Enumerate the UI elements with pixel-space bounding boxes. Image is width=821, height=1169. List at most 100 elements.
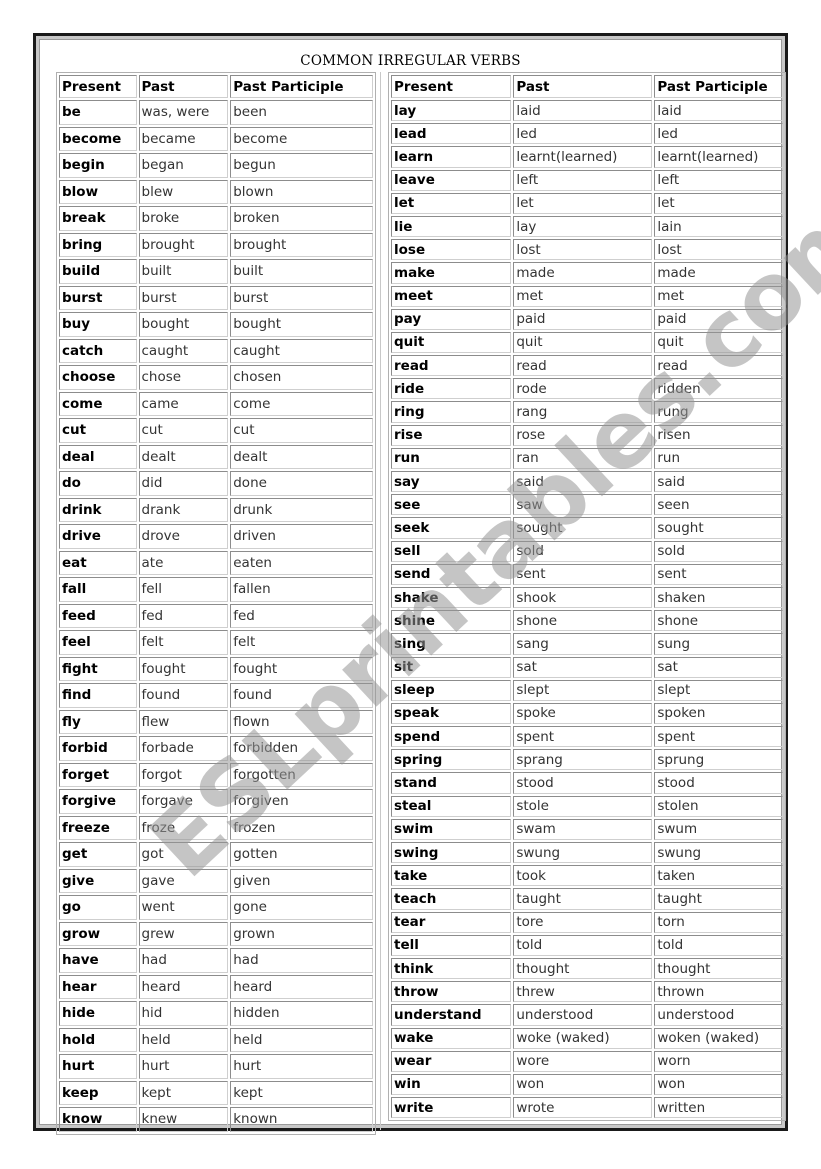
past-form: flew (138, 709, 229, 734)
present-form: blow (59, 179, 137, 204)
past-form: brought (138, 232, 229, 257)
past-participle-form: found (230, 683, 373, 708)
past-form: rang (513, 401, 653, 423)
verb-row: see saw seen (391, 494, 783, 516)
past-participle-form: felt (230, 630, 373, 655)
present-form: lose (391, 239, 512, 261)
column-divider (380, 72, 381, 1130)
past-form: made (513, 262, 653, 284)
past-form: hurt (138, 1054, 229, 1079)
past-participle-form: done (230, 471, 373, 496)
present-form: speak (391, 702, 512, 725)
present-form: ring (391, 401, 512, 423)
past-participle-form: seen (654, 494, 783, 516)
past-participle-form: drunk (230, 497, 373, 522)
present-form: go (59, 895, 137, 920)
present-form: shake (391, 586, 512, 609)
present-form: do (59, 471, 137, 496)
present-form: leave (391, 169, 512, 191)
past-participle-form: hurt (230, 1054, 373, 1079)
past-participle-form: paid (654, 308, 783, 330)
present-form: keep (59, 1080, 137, 1105)
present-form: say (391, 471, 512, 493)
verb-row: get got gotten (59, 842, 373, 867)
past-participle-form: understood (654, 1004, 783, 1026)
past-form: was, were (138, 100, 229, 125)
verb-row: read read read (391, 355, 783, 377)
verb-row: feel felt felt (59, 630, 373, 655)
verb-row: forget forgot forgotten (59, 762, 373, 787)
past-form: found (138, 683, 229, 708)
verb-row: swim swam swum (391, 818, 783, 840)
present-form: lay (391, 100, 512, 122)
past-participle-form: bought (230, 312, 373, 337)
verb-row: grow grew grown (59, 921, 373, 946)
past-form: laid (513, 100, 653, 122)
present-form: swim (391, 818, 512, 840)
present-form: buy (59, 312, 137, 337)
past-participle-form: said (654, 471, 783, 493)
header-row: Present Past Past Participle (391, 75, 783, 98)
past-participle-form: swum (654, 818, 783, 840)
verb-row: break broke broken (59, 206, 373, 231)
past-participle-form: sold (654, 540, 783, 562)
present-form: quit (391, 331, 512, 354)
present-form: ride (391, 378, 512, 400)
past-participle-form: caught (230, 338, 373, 363)
present-form: spring (391, 749, 512, 771)
present-form: grow (59, 921, 137, 946)
verb-table-right: Present Past Past Participle lay laid laid… (388, 72, 786, 1122)
past-participle-form: fallen (230, 577, 373, 602)
past-form: slept (513, 679, 653, 701)
present-form: hurt (59, 1054, 137, 1079)
past-form: told (513, 934, 653, 956)
past-form: fell (138, 577, 229, 602)
past-participle-form: eaten (230, 550, 373, 575)
present-form: steal (391, 795, 512, 817)
past-participle-form: run (654, 447, 783, 469)
past-participle-form: forbidden (230, 736, 373, 761)
past-participle-form: lain (654, 215, 783, 238)
verb-row: pay paid paid (391, 308, 783, 330)
verb-row: shine shone shone (391, 610, 783, 632)
past-participle-form: taken (654, 865, 783, 887)
present-form: learn (391, 146, 512, 168)
past-participle-form: sat (654, 656, 783, 678)
past-participle-form: dealt (230, 444, 373, 469)
verb-row: become became become (59, 126, 373, 151)
verb-row: sing sang sung (391, 633, 783, 655)
past-participle-form: come (230, 391, 373, 416)
header-present: Present (391, 75, 512, 98)
past-participle-form: forgiven (230, 789, 373, 814)
past-participle-form: slept (654, 679, 783, 701)
past-participle-form: woken (waked) (654, 1027, 783, 1049)
verb-row: let let let (391, 192, 783, 214)
past-form: had (138, 948, 229, 973)
present-form: lie (391, 215, 512, 238)
past-form: lay (513, 215, 653, 238)
verb-row: lie lay lain (391, 215, 783, 238)
verb-row: drive drove driven (59, 524, 373, 549)
past-form: froze (138, 815, 229, 840)
past-form: spent (513, 726, 653, 748)
verb-row: fly flew flown (59, 709, 373, 734)
past-form: heard (138, 974, 229, 999)
past-form: sat (513, 656, 653, 678)
present-form: know (59, 1107, 137, 1132)
past-form: went (138, 895, 229, 920)
present-form: stand (391, 772, 512, 794)
present-form: burst (59, 285, 137, 310)
present-form: bring (59, 232, 137, 257)
verb-row: fight fought fought (59, 656, 373, 681)
present-form: think (391, 957, 512, 980)
verb-row: ring rang rung (391, 401, 783, 423)
past-form: hid (138, 1001, 229, 1026)
past-participle-form: told (654, 934, 783, 956)
past-participle-form: burst (230, 285, 373, 310)
past-participle-form: led (654, 123, 783, 145)
verb-row: buy bought bought (59, 312, 373, 337)
verb-row: drink drank drunk (59, 497, 373, 522)
past-form: forbade (138, 736, 229, 761)
present-form: pay (391, 308, 512, 330)
past-participle-form: known (230, 1107, 373, 1132)
